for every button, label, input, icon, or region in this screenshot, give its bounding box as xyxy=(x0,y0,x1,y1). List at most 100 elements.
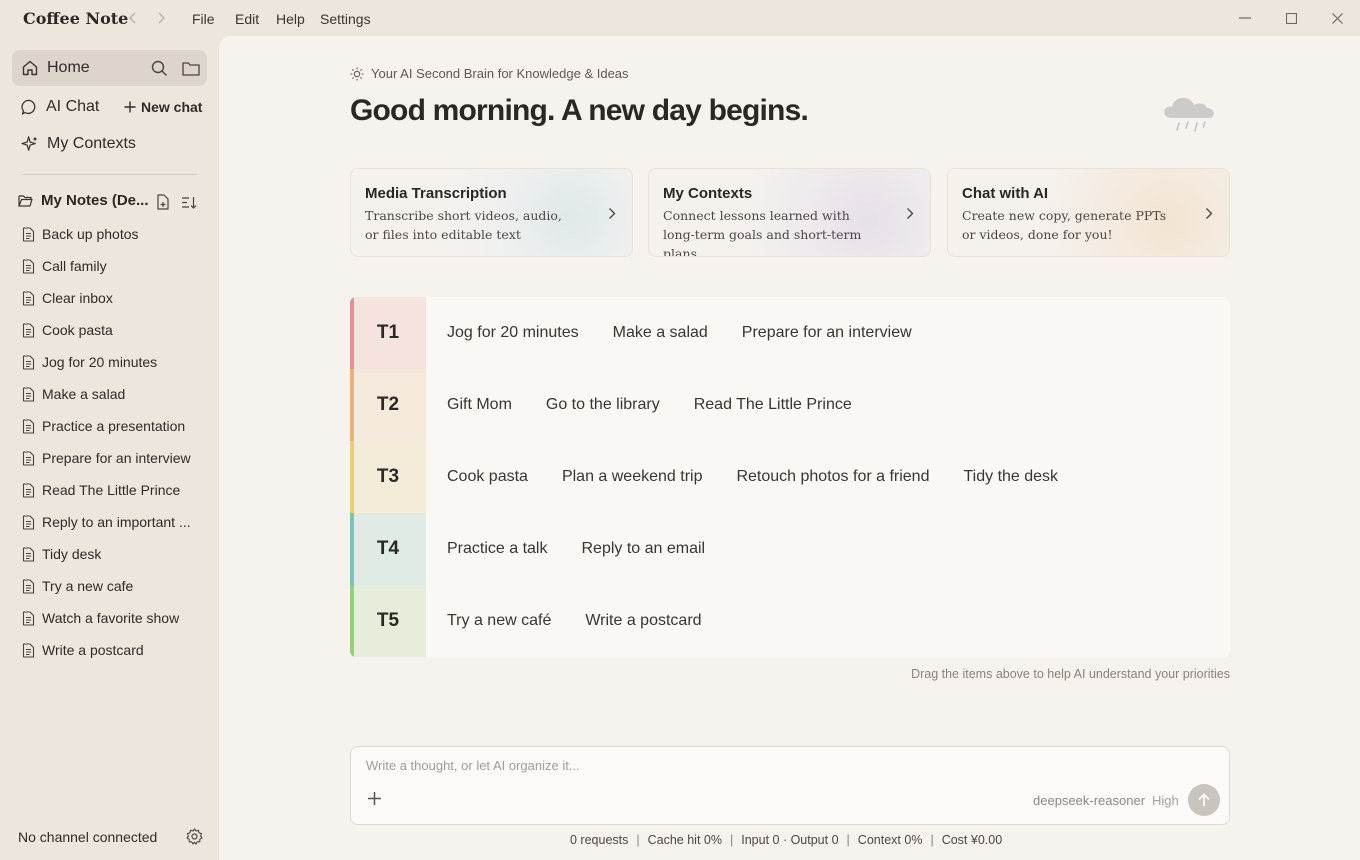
tier-item[interactable]: Plan a weekend trip xyxy=(562,468,703,486)
tier-item[interactable]: Read The Little Prince xyxy=(694,396,852,414)
tagline-text: Your AI Second Brain for Knowledge & Ide… xyxy=(371,66,629,81)
sort-list-icon[interactable] xyxy=(181,196,198,209)
title-bar: Coffee Note File Edit Help Settings xyxy=(0,0,1360,36)
arrow-up-icon xyxy=(1197,793,1211,807)
note-item[interactable]: Jog for 20 minutes xyxy=(22,354,157,370)
main-panel: Your AI Second Brain for Knowledge & Ide… xyxy=(219,36,1360,860)
note-label: Reply to an important ... xyxy=(42,514,191,530)
note-label: Back up photos xyxy=(42,226,139,242)
search-icon[interactable] xyxy=(151,60,168,77)
tier-item[interactable]: Go to the library xyxy=(546,396,660,414)
home-nav[interactable]: Home xyxy=(21,59,90,77)
note-item[interactable]: Try a new cafe xyxy=(22,578,133,594)
maximize-icon[interactable] xyxy=(1286,13,1297,24)
card-media-transcription[interactable]: Media Transcription Transcribe short vid… xyxy=(350,168,633,257)
notes-folder-label: My Notes (De... xyxy=(41,192,149,209)
sparkle-icon xyxy=(21,135,39,153)
note-item[interactable]: Write a postcard xyxy=(22,642,144,658)
plus-icon xyxy=(124,101,136,113)
greeting-heading: Good morning. A new day begins. xyxy=(350,94,809,127)
menu-settings[interactable]: Settings xyxy=(320,11,371,27)
tier-item[interactable]: Jog for 20 minutes xyxy=(447,324,579,342)
new-chat-button[interactable]: New chat xyxy=(124,99,202,115)
note-item[interactable]: Read The Little Prince xyxy=(22,482,180,498)
stat-requests: 0 requests xyxy=(570,833,629,847)
note-label: Prepare for an interview xyxy=(42,450,191,466)
menu-file[interactable]: File xyxy=(192,11,215,27)
note-item[interactable]: Practice a presentation xyxy=(22,418,185,434)
tier-label: T1 xyxy=(350,297,426,369)
tier-label: T3 xyxy=(350,441,426,513)
gear-icon[interactable] xyxy=(186,828,203,845)
tier-item[interactable]: Reply to an email xyxy=(581,540,705,558)
note-item[interactable]: Tidy desk xyxy=(22,546,101,562)
tier-item[interactable]: Prepare for an interview xyxy=(742,324,912,342)
tier-label: T2 xyxy=(350,369,426,441)
tier-label: T4 xyxy=(350,513,426,585)
note-item[interactable]: Cook pasta xyxy=(22,322,113,338)
note-label: Watch a favorite show xyxy=(42,610,180,626)
tier-item[interactable]: Try a new café xyxy=(447,612,551,630)
open-folder-icon xyxy=(18,194,33,207)
effort-selector[interactable]: High xyxy=(1152,793,1179,808)
tier-color-bar xyxy=(350,441,354,513)
back-arrow-icon[interactable] xyxy=(127,11,139,25)
tier-item[interactable]: Retouch photos for a friend xyxy=(736,468,929,486)
tier-label: T5 xyxy=(350,585,426,657)
forward-arrow-icon[interactable] xyxy=(155,11,167,25)
tier-color-bar xyxy=(350,297,354,369)
stat-context-label: Context xyxy=(857,833,901,847)
note-item[interactable]: Back up photos xyxy=(22,226,139,242)
card-title: Media Transcription xyxy=(365,185,507,202)
model-selector[interactable]: deepseek-reasoner xyxy=(1033,793,1145,808)
attach-plus-icon[interactable] xyxy=(367,791,382,806)
tier-item[interactable]: Gift Mom xyxy=(447,396,512,414)
minimize-icon[interactable] xyxy=(1239,17,1251,19)
tier-items: Practice a talk Reply to an email xyxy=(447,513,705,585)
note-item[interactable]: Clear inbox xyxy=(22,290,113,306)
menu-edit[interactable]: Edit xyxy=(235,11,259,27)
tier-item[interactable]: Make a salad xyxy=(613,324,708,342)
my-contexts-label: My Contexts xyxy=(47,135,136,152)
stat-cost-value: ¥0.00 xyxy=(970,833,1003,847)
tier-color-bar xyxy=(350,585,354,657)
chevron-right-icon xyxy=(906,207,914,220)
note-item[interactable]: Prepare for an interview xyxy=(22,450,191,466)
close-icon[interactable] xyxy=(1332,13,1343,24)
tier-items: Try a new café Write a postcard xyxy=(447,585,702,657)
folder-icon[interactable] xyxy=(182,61,200,76)
sidebar-item-ai-chat[interactable]: AI Chat xyxy=(21,98,99,116)
note-label: Write a postcard xyxy=(42,642,144,658)
sidebar-item-my-contexts[interactable]: My Contexts xyxy=(21,135,136,153)
thought-input[interactable] xyxy=(366,758,1206,773)
note-document-icon xyxy=(22,226,35,242)
note-item[interactable]: Call family xyxy=(22,258,107,274)
home-label: Home xyxy=(47,59,90,76)
notes-folder-header[interactable]: My Notes (De... xyxy=(18,192,149,209)
priority-hint: Drag the items above to help AI understa… xyxy=(911,667,1230,681)
new-note-icon[interactable] xyxy=(155,194,170,210)
tier-items: Cook pasta Plan a weekend trip Retouch pho… xyxy=(447,441,1058,513)
menu-help[interactable]: Help xyxy=(276,11,305,27)
note-item[interactable]: Make a salad xyxy=(22,386,125,402)
card-my-contexts[interactable]: My Contexts Connect lessons learned with… xyxy=(648,168,931,257)
tier-color-bar xyxy=(350,369,354,441)
chat-bubble-icon xyxy=(21,99,38,116)
note-document-icon xyxy=(22,290,35,306)
tier-row: T5 Try a new café Write a postcard xyxy=(350,585,1230,657)
tier-item[interactable]: Practice a talk xyxy=(447,540,547,558)
card-chat-with-ai[interactable]: Chat with AI Create new copy, generate P… xyxy=(947,168,1230,257)
note-document-icon xyxy=(22,642,35,658)
send-button[interactable] xyxy=(1188,784,1220,816)
stat-cache-value: 0% xyxy=(703,833,722,847)
note-item[interactable]: Reply to an important ... xyxy=(22,514,191,530)
note-label: Clear inbox xyxy=(42,290,113,306)
stat-cache-label: Cache hit xyxy=(647,833,701,847)
stat-cost-label: Cost xyxy=(941,833,968,847)
tier-item[interactable]: Tidy the desk xyxy=(963,468,1058,486)
note-item[interactable]: Watch a favorite show xyxy=(22,610,179,626)
tier-item[interactable]: Cook pasta xyxy=(447,468,528,486)
note-label: Make a salad xyxy=(42,386,126,402)
tier-item[interactable]: Write a postcard xyxy=(585,612,701,630)
note-label: Tidy desk xyxy=(42,546,102,562)
